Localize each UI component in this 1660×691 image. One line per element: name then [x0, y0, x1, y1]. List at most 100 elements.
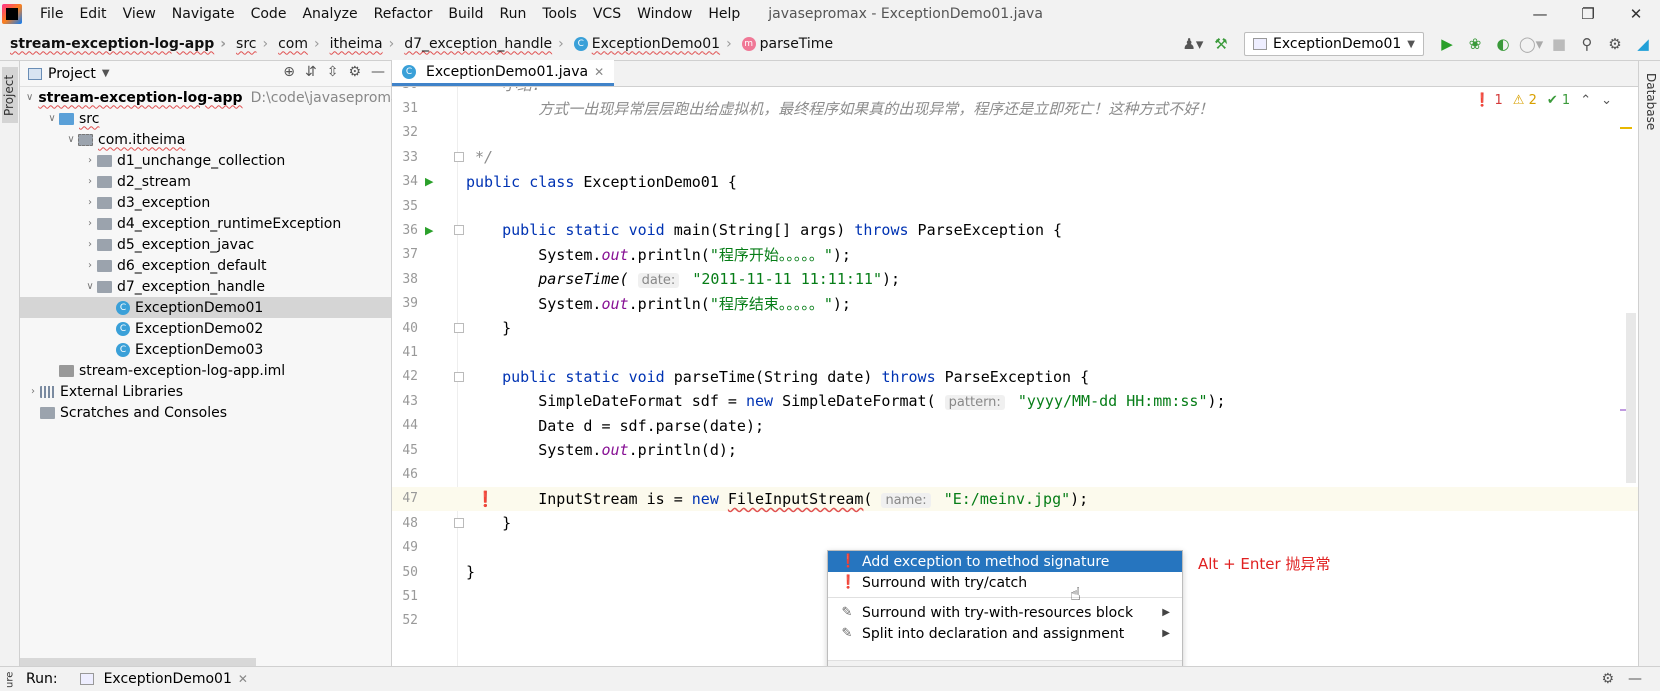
popup-item-split-declaration[interactable]: ✎ Split into declaration and assignment … — [828, 623, 1182, 644]
menu-run[interactable]: Run — [492, 6, 535, 22]
breadcrumb-src[interactable]: src › — [226, 36, 268, 52]
code-line[interactable]: 44 Date d = sdf.parse(date); — [392, 414, 1638, 438]
tree-row[interactable]: ∨ src — [20, 108, 391, 129]
collapsed-arrow-icon[interactable]: › — [83, 176, 97, 187]
code-line[interactable]: 48 } — [392, 511, 1638, 535]
project-tool-window-button[interactable]: Project — [2, 67, 18, 123]
close-window-icon[interactable]: ✕ — [1612, 0, 1660, 27]
tree-row[interactable]: › d4_exception_runtimeException — [20, 213, 391, 234]
expanded-arrow-icon[interactable]: ∨ — [26, 92, 33, 103]
chevron-down-icon[interactable]: ▼ — [102, 68, 110, 79]
menu-analyze[interactable]: Analyze — [294, 6, 365, 22]
user-icon[interactable]: ♟▾ — [1182, 33, 1204, 55]
code-line[interactable]: 31 方式一出现异常层层跑出给虚拟机，最终程序如果真的出现异常，程序还是立即死亡… — [392, 96, 1638, 120]
structure-tool-window-button[interactable]: ure — [0, 667, 20, 691]
tree-row[interactable]: › d3_exception — [20, 192, 391, 213]
expanded-arrow-icon[interactable]: ∨ — [45, 113, 59, 124]
run-configuration-select[interactable]: ExceptionDemo01 ▼ — [1243, 32, 1424, 56]
tree-row[interactable]: › d1_unchange_collection — [20, 150, 391, 171]
code-line[interactable]: 38 parseTime( date: "2011-11-11 11:11:11… — [392, 267, 1638, 291]
menu-file[interactable]: File — [32, 6, 71, 22]
fold-marker-icon[interactable] — [454, 371, 464, 382]
popup-item-try-with-resources[interactable]: ✎ Surround with try-with-resources block… — [828, 602, 1182, 623]
tree-row[interactable]: › d6_exception_default — [20, 255, 391, 276]
code-line[interactable]: 35 — [392, 194, 1638, 218]
menu-tools[interactable]: Tools — [534, 6, 585, 22]
collapsed-arrow-icon[interactable]: › — [83, 155, 97, 166]
restore-icon[interactable]: ❐ — [1564, 0, 1612, 27]
breadcrumb-com[interactable]: com › — [268, 36, 320, 52]
fold-marker-icon[interactable] — [454, 323, 464, 333]
menu-vcs[interactable]: VCS — [585, 6, 629, 22]
profile-icon[interactable]: ◯▾ — [1519, 33, 1543, 55]
breadcrumb-project[interactable]: stream-exception-log-app › — [0, 36, 226, 52]
code-line[interactable]: 43 SimpleDateFormat sdf = new SimpleDate… — [392, 389, 1638, 413]
coverage-icon[interactable]: ◐ — [1492, 33, 1514, 55]
search-icon[interactable]: ⚲ — [1576, 33, 1598, 55]
tree-row[interactable]: Scratches and Consoles — [20, 402, 391, 423]
build-hammer-icon[interactable]: ⚒ — [1210, 33, 1232, 55]
tree-row[interactable]: › d5_exception_javac — [20, 234, 391, 255]
menu-code[interactable]: Code — [243, 6, 295, 22]
hide-panel-icon[interactable]: — — [371, 64, 385, 80]
code-line[interactable]: 41 — [392, 340, 1638, 364]
menu-edit[interactable]: Edit — [71, 6, 114, 22]
collapsed-arrow-icon[interactable]: › — [83, 260, 97, 271]
tree-row[interactable]: stream-exception-log-app.iml — [20, 360, 391, 381]
project-panel-title[interactable]: Project — [48, 66, 96, 82]
code-line[interactable]: 30 小结: — [392, 87, 1638, 96]
fold-marker-icon[interactable] — [454, 518, 464, 529]
collapsed-arrow-icon[interactable]: › — [26, 386, 40, 397]
database-tool-window-button[interactable]: Database — [1642, 67, 1658, 137]
settings-gear-icon[interactable]: ⚙ — [1604, 33, 1626, 55]
close-tab-icon[interactable]: ✕ — [594, 65, 604, 79]
popup-item-surround-try-catch[interactable]: ❗ Surround with try/catch — [828, 572, 1182, 593]
code-line[interactable]: 45 System.out.println(d); — [392, 438, 1638, 462]
gutter-run-icon[interactable]: ▶ — [425, 175, 433, 188]
tree-row[interactable]: ∨ d7_exception_handle — [20, 276, 391, 297]
run-icon[interactable]: ▶ — [1436, 33, 1458, 55]
menu-build[interactable]: Build — [440, 6, 491, 22]
code-line[interactable]: 46 — [392, 462, 1638, 486]
gutter-run-icon[interactable]: ▶ — [425, 224, 433, 237]
code-line[interactable]: 40 } — [392, 316, 1638, 340]
tree-row[interactable]: C ExceptionDemo03 — [20, 339, 391, 360]
menu-view[interactable]: View — [115, 6, 164, 22]
menu-help[interactable]: Help — [700, 6, 748, 22]
hide-panel-icon[interactable]: — — [1628, 671, 1642, 687]
gear-icon[interactable]: ⚙ — [1601, 671, 1614, 687]
code-line[interactable]: 37 System.out.println("程序开始。。。。。"); — [392, 243, 1638, 267]
code-line[interactable]: 42 public static void parseTime(String d… — [392, 365, 1638, 389]
minimize-icon[interactable]: — — [1516, 0, 1564, 27]
collapse-all-icon[interactable]: ⇳ — [327, 64, 339, 80]
menu-refactor[interactable]: Refactor — [366, 6, 441, 22]
locate-icon[interactable]: ⊕ — [283, 64, 295, 80]
tree-row[interactable]: › d2_stream — [20, 171, 391, 192]
fold-marker-icon[interactable] — [454, 225, 464, 236]
code-line[interactable]: 36 ▶ public static void main(String[] arg… — [392, 218, 1638, 242]
stop-icon[interactable]: ■ — [1548, 33, 1570, 55]
breadcrumb-itheima[interactable]: itheima › — [320, 36, 395, 52]
breadcrumb-class[interactable]: C ExceptionDemo01 › — [564, 36, 732, 52]
code-line[interactable]: 32 — [392, 121, 1638, 145]
menu-window[interactable]: Window — [629, 6, 700, 22]
tree-row[interactable]: C ExceptionDemo01 — [20, 297, 391, 318]
expanded-arrow-icon[interactable]: ∨ — [64, 134, 78, 145]
horizontal-scrollbar[interactable] — [20, 658, 256, 666]
collapsed-arrow-icon[interactable]: › — [83, 197, 97, 208]
code-line[interactable]: 33 */ — [392, 145, 1638, 169]
run-tab[interactable]: ExceptionDemo01 ✕ — [79, 671, 248, 687]
code-line[interactable]: 34 ▶ public class ExceptionDemo01 { — [392, 170, 1638, 194]
editor-tab[interactable]: C ExceptionDemo01.java ✕ — [392, 60, 615, 86]
expand-all-icon[interactable]: ⇵ — [305, 64, 317, 80]
debug-icon[interactable]: ❀ — [1464, 33, 1486, 55]
tree-row[interactable]: C ExceptionDemo02 — [20, 318, 391, 339]
tree-row[interactable]: › External Libraries — [20, 381, 391, 402]
code-line[interactable]: 39 System.out.println("程序结束。。。。。"); — [392, 292, 1638, 316]
fold-marker-icon[interactable] — [454, 152, 464, 163]
breadcrumb-method[interactable]: m parseTime — [732, 36, 833, 52]
collapsed-arrow-icon[interactable]: › — [83, 239, 97, 250]
expanded-arrow-icon[interactable]: ∨ — [83, 281, 97, 292]
gear-icon[interactable]: ⚙ — [348, 64, 361, 80]
tree-row[interactable]: ∨ com.itheima — [20, 129, 391, 150]
